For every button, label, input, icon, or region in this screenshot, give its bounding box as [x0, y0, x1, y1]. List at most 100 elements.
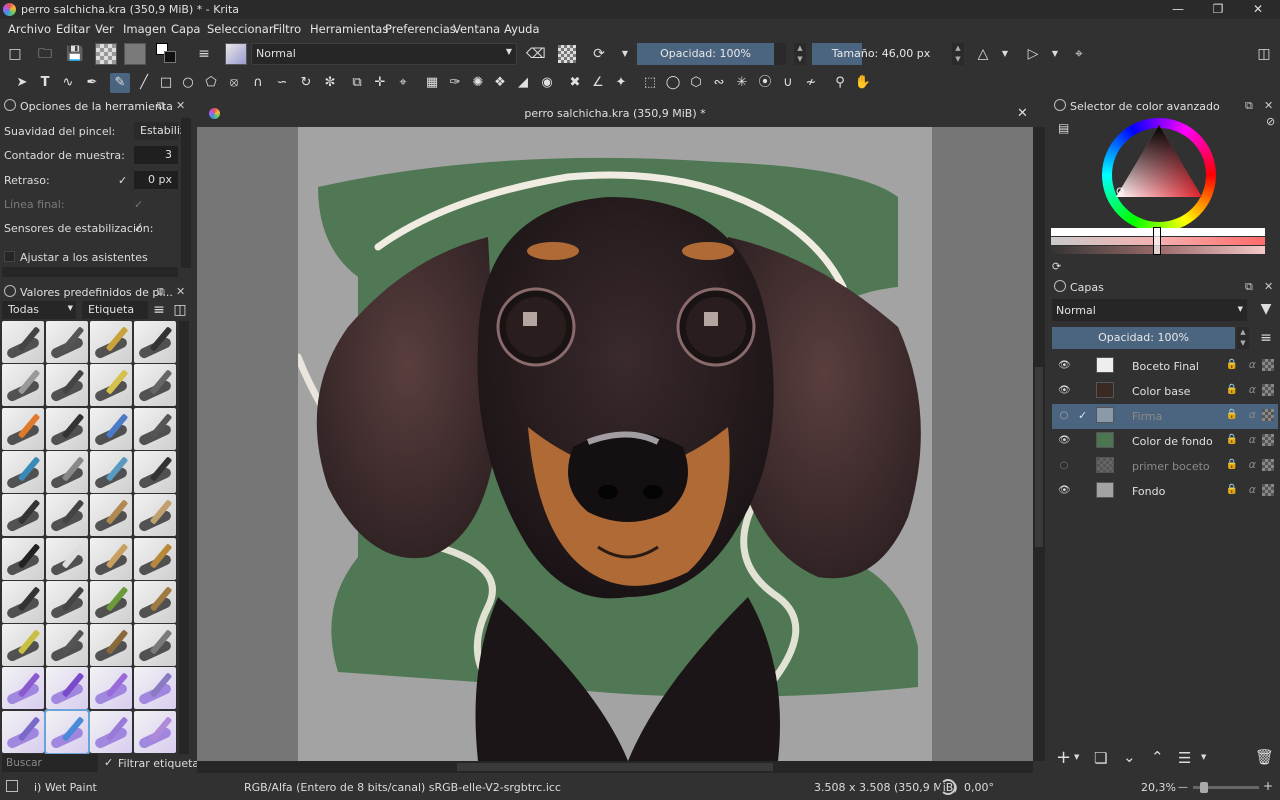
- alpha-lock-icon[interactable]: [1262, 484, 1274, 496]
- maximize-icon[interactable]: ❐: [1198, 0, 1238, 19]
- layer-row[interactable]: 👁 Boceto Final 🔒 α: [1052, 354, 1278, 379]
- blend-mode-select[interactable]: Normal ▼: [251, 43, 517, 65]
- brush-preset-thumbnail[interactable]: [90, 450, 132, 493]
- wrap-around-icon[interactable]: ⌖: [1070, 45, 1088, 63]
- menu-capa[interactable]: Capa: [171, 22, 200, 36]
- reload-icon[interactable]: ⟳: [590, 45, 608, 63]
- menu-ayuda[interactable]: Ayuda: [504, 22, 540, 36]
- brush-preset-thumbnail[interactable]: [90, 407, 132, 450]
- menu-filtro[interactable]: Filtro: [273, 22, 301, 36]
- preset-view-mode-icon[interactable]: ◫: [171, 301, 189, 319]
- layer-opacity-spin[interactable]: ▲ ▼: [1237, 327, 1249, 349]
- smart-patch-tool-icon[interactable]: ✺: [468, 73, 488, 93]
- brush-preset-thumbnail[interactable]: [46, 450, 88, 493]
- add-layer-dropdown-icon[interactable]: ▼: [1074, 753, 1079, 761]
- brush-preset-thumbnail[interactable]: [90, 494, 132, 537]
- brush-preset-thumbnail[interactable]: [134, 667, 176, 710]
- add-layer-icon[interactable]: +: [1056, 747, 1071, 768]
- layer-row[interactable]: ○ primer boceto 🔒 α: [1052, 454, 1278, 479]
- magnetic-select-tool-icon[interactable]: ≁: [801, 73, 821, 93]
- multibrush-tool-icon[interactable]: ✼: [320, 73, 340, 93]
- layer-filter-icon[interactable]: ▼: [1257, 300, 1275, 318]
- brush-preset-thumbnail[interactable]: [46, 667, 88, 710]
- brush-preset-thumbnail[interactable]: [46, 580, 88, 623]
- color-settings-icon[interactable]: ▤: [1058, 121, 1069, 135]
- colorize-mask-tool-icon[interactable]: ❖: [490, 73, 510, 93]
- presets-scrollbar[interactable]: [179, 321, 189, 754]
- layer-opacity-slider[interactable]: Opacidad: 100%: [1052, 327, 1235, 349]
- canvas-horizontal-scrollbar[interactable]: [197, 761, 1033, 773]
- crop-tool-icon[interactable]: ⌖: [393, 73, 413, 93]
- v-scroll-thumb[interactable]: [1035, 367, 1043, 547]
- dynamic-brush-tool-icon[interactable]: ↻: [296, 73, 316, 93]
- move-down-icon[interactable]: ⌄: [1123, 748, 1136, 766]
- delay-field[interactable]: 0 px: [134, 171, 178, 189]
- float-layers-icon[interactable]: ⧉: [1245, 280, 1253, 294]
- text-tool-icon[interactable]: T: [35, 73, 55, 93]
- zoom-in-icon[interactable]: +: [1263, 779, 1273, 793]
- line-tool-icon[interactable]: ╱: [134, 73, 154, 93]
- move-up-icon[interactable]: ⌃: [1151, 748, 1164, 766]
- visibility-eye-icon[interactable]: 👁: [1058, 485, 1071, 497]
- brush-preset-thumbnail[interactable]: [46, 494, 88, 537]
- pattern-swatch[interactable]: [124, 43, 146, 65]
- reference-tool-icon[interactable]: ✦: [611, 73, 631, 93]
- brush-preset-thumbnail[interactable]: [134, 321, 176, 363]
- brush-preset-thumbnail[interactable]: [2, 710, 44, 753]
- enclose-fill-tool-icon[interactable]: ◉: [537, 73, 557, 93]
- brush-preset-thumbnail[interactable]: [46, 537, 88, 580]
- alpha-inherit-icon[interactable]: α: [1249, 433, 1256, 446]
- pan-tool-icon[interactable]: ✋: [853, 73, 873, 93]
- brush-preset-thumbnail[interactable]: [46, 407, 88, 450]
- alpha-lock-icon[interactable]: [558, 45, 576, 63]
- brush-preset-thumbnail[interactable]: [2, 580, 44, 623]
- float-presets-icon[interactable]: ⧉: [157, 285, 165, 299]
- rect-select-tool-icon[interactable]: ⬚: [640, 73, 660, 93]
- color-picker-tool-icon[interactable]: ✑: [445, 73, 465, 93]
- fill-tool-icon[interactable]: ◢: [513, 73, 533, 93]
- bezier-select-tool-icon[interactable]: ∪: [778, 73, 798, 93]
- brush-preset-thumbnail[interactable]: [134, 580, 176, 623]
- minimize-icon[interactable]: —: [1158, 0, 1198, 19]
- layer-row-selected[interactable]: ○ ✓ Firma 🔒 α: [1052, 404, 1278, 429]
- alpha-inherit-icon[interactable]: α: [1249, 383, 1256, 396]
- brush-preset-thumbnail[interactable]: [134, 710, 176, 753]
- menu-herramientas[interactable]: Herramientas: [310, 22, 388, 36]
- options-horizontal-scrollbar[interactable]: [2, 267, 178, 277]
- reload-dropdown-icon[interactable]: ▼: [616, 45, 634, 63]
- alpha-lock-icon[interactable]: [1262, 384, 1274, 396]
- preset-filter-select[interactable]: Todas ▼: [2, 301, 76, 319]
- menu-preferencias[interactable]: Preferencias: [385, 22, 456, 36]
- lock-icon[interactable]: 🔒: [1226, 384, 1238, 395]
- h-scroll-thumb[interactable]: [457, 763, 773, 771]
- select-shapes-tool-icon[interactable]: ➤: [12, 73, 32, 93]
- preset-view-menu-icon[interactable]: ≡: [150, 301, 168, 319]
- alpha-inherit-icon[interactable]: α: [1249, 358, 1256, 371]
- brush-preset-thumbnail[interactable]: [2, 537, 44, 580]
- polygon-select-tool-icon[interactable]: ⬡: [686, 73, 706, 93]
- alpha-lock-icon[interactable]: [1262, 459, 1274, 471]
- brush-preset-icon[interactable]: [225, 43, 247, 65]
- alpha-lock-icon[interactable]: [1262, 409, 1274, 421]
- no-color-icon[interactable]: ⊘: [1266, 115, 1275, 128]
- menu-ver[interactable]: Ver: [95, 22, 114, 36]
- brush-preset-thumbnail[interactable]: [2, 624, 44, 667]
- filter-tag-checkbox[interactable]: ✓: [104, 757, 116, 769]
- brush-preset-thumbnail[interactable]: [90, 537, 132, 580]
- layer-blend-select[interactable]: Normal ▼: [1052, 299, 1247, 321]
- ellipse-select-tool-icon[interactable]: ◯: [663, 73, 683, 93]
- zoom-slider-handle[interactable]: [1200, 782, 1208, 793]
- background-color-swatch[interactable]: [164, 51, 176, 63]
- options-vertical-scrollbar[interactable]: [181, 118, 191, 268]
- brush-preset-thumbnail[interactable]: [2, 407, 44, 450]
- layer-check-icon[interactable]: ✓: [1078, 409, 1087, 422]
- transform-tool-icon[interactable]: ⧉: [347, 73, 367, 93]
- polygon-tool-icon[interactable]: ⬠: [201, 73, 221, 93]
- refresh-icon[interactable]: ⟳: [1052, 260, 1061, 273]
- visibility-eye-icon[interactable]: 👁: [1058, 435, 1071, 447]
- layer-row[interactable]: 👁 Color de fondo 🔒 α: [1052, 429, 1278, 454]
- polyline-tool-icon[interactable]: ⦻: [224, 73, 244, 93]
- mirror-dropdown-icon[interactable]: ▼: [996, 45, 1014, 63]
- hidden-eye-icon[interactable]: ○: [1058, 460, 1070, 472]
- zoom-tool-icon[interactable]: ⚲: [830, 73, 850, 93]
